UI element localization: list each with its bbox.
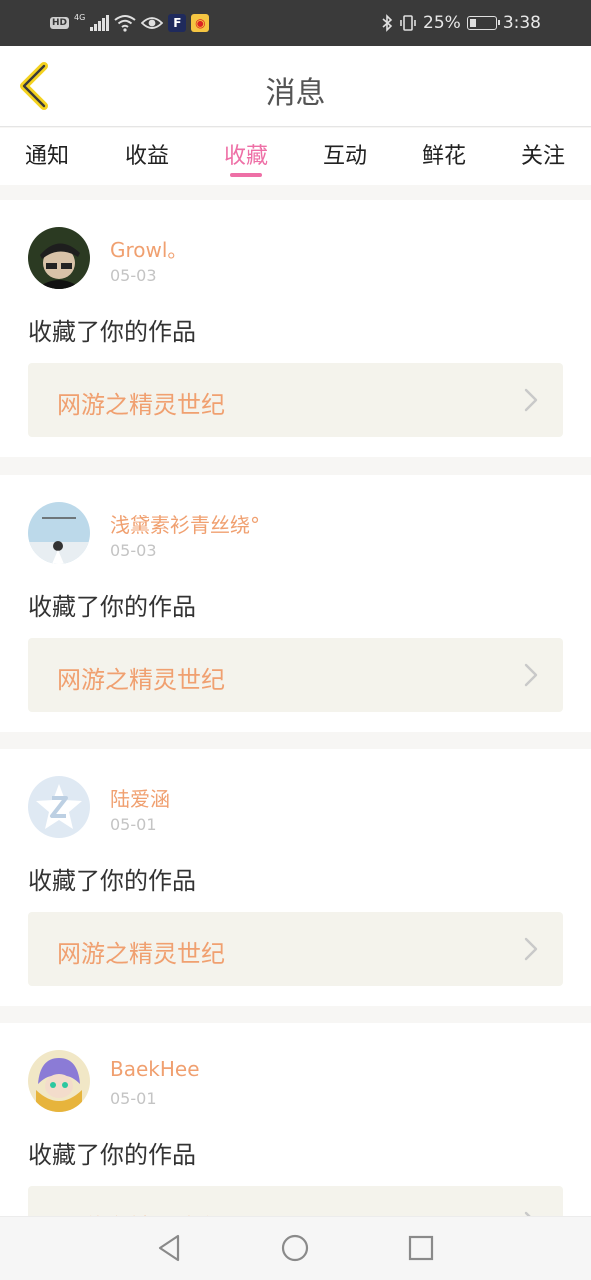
avatar[interactable] [28,227,90,289]
tab-1[interactable]: 收益 [112,138,182,170]
user-name[interactable]: Growl。 [110,234,187,263]
screen: HD 4G F ◉ 25% 3:38 消息 通知 收益 收藏 互动 鲜花 关注 Growl… [0,0,591,1280]
page-title: 消息 [265,76,326,111]
avatar[interactable] [28,1050,90,1112]
app-header: 消息 [0,46,591,127]
work-title: 网游之精灵世纪 [57,391,225,419]
notification-date: 05-03 [110,266,157,285]
system-nav-bar [0,1216,591,1280]
notification-date: 05-03 [110,541,157,560]
work-link[interactable]: 网游之精灵世纪 [28,912,563,986]
notification-card: Growl。 05-03 收藏了你的作品网游之精灵世纪 [0,200,591,457]
triangle-back-icon[interactable] [154,1233,184,1263]
bluetooth-icon [382,14,393,32]
circle-home-icon[interactable] [280,1233,310,1263]
tab-0[interactable]: 通知 [12,138,82,170]
network-label: 4G [74,12,86,22]
tab-2[interactable]: 收藏 [211,138,281,170]
clock: 3:38 [502,13,541,33]
tab-4[interactable]: 鲜花 [409,138,479,170]
work-link[interactable]: 网游之精灵世纪 [28,638,563,712]
status-left: HD 4G F ◉ [50,12,210,34]
notification-card: 浅黛素衫青丝绕° 05-03 收藏了你的作品网游之精灵世纪 [0,475,591,732]
action-text: 收藏了你的作品 [28,867,196,895]
active-tab-indicator [230,173,262,177]
notification-date: 05-01 [110,815,157,834]
chevron-right-icon [524,663,538,687]
eye-icon [141,17,164,29]
chevron-right-icon [524,388,538,412]
user-name[interactable]: 陆爱涵 [110,783,170,812]
chevron-right-icon [524,937,538,961]
status-bar: HD 4G F ◉ 25% 3:38 [0,0,591,46]
battery-percent: 25% [423,13,461,33]
battery-icon [466,16,500,30]
signal-icon [90,15,110,31]
weibo-icon: ◉ [191,14,210,32]
user-name[interactable]: 浅黛素衫青丝绕° [110,509,260,538]
notification-date: 05-01 [110,1089,157,1108]
action-text: 收藏了你的作品 [28,1141,196,1169]
tab-5[interactable]: 关注 [508,138,578,170]
vibrate-icon [400,15,416,31]
square-recents-icon[interactable] [406,1233,436,1263]
wifi-icon [114,15,136,32]
notification-card: 陆爱涵 05-01 收藏了你的作品网游之精灵世纪 [0,749,591,1006]
work-link[interactable]: 网游之精灵世纪 [28,363,563,437]
user-name[interactable]: BaekHee [110,1057,200,1081]
avatar[interactable] [28,776,90,838]
action-text: 收藏了你的作品 [28,318,196,346]
action-text: 收藏了你的作品 [28,593,196,621]
status-right: 25% 3:38 [381,12,541,34]
app-notification-icon: F [168,14,187,32]
avatar[interactable] [28,502,90,564]
work-title: 网游之精灵世纪 [57,940,225,968]
tab-bar: 通知 收益 收藏 互动 鲜花 关注 [0,128,591,185]
work-title: 网游之精灵世纪 [57,666,225,694]
hd-badge: HD [50,17,70,29]
tab-3[interactable]: 互动 [310,138,380,170]
